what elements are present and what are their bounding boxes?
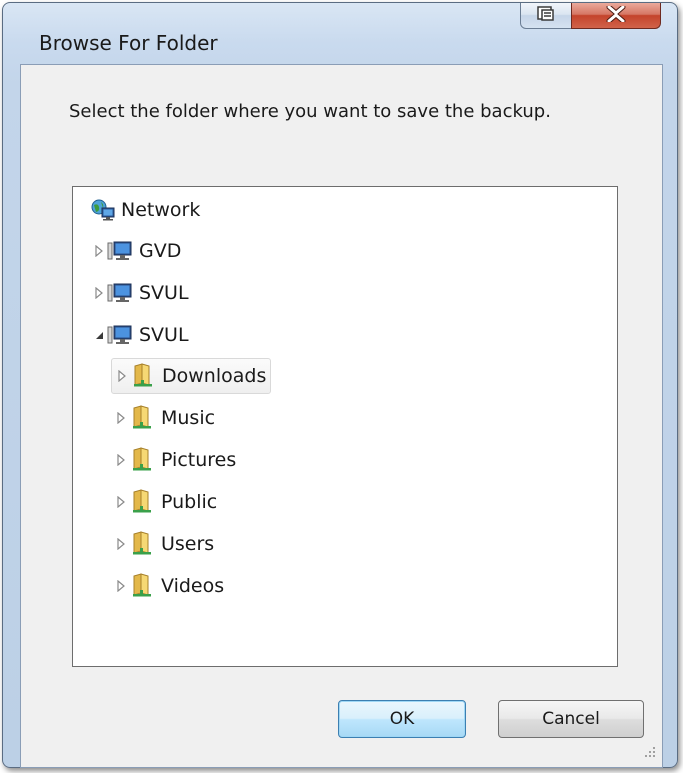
title-bar[interactable]: Browse For Folder — [3, 3, 677, 55]
network-icon — [91, 199, 115, 221]
computer-icon — [107, 282, 133, 304]
tree-node-label: Users — [161, 533, 215, 555]
shared-folder-icon — [129, 447, 155, 473]
dialog-client-area: Select the folder where you want to save… — [20, 64, 663, 768]
window-title: Browse For Folder — [39, 31, 218, 55]
collapse-arrow-icon[interactable] — [93, 328, 105, 342]
tree-node-label: SVUL — [139, 324, 189, 346]
expand-arrow-icon[interactable] — [115, 537, 127, 551]
cancel-button[interactable]: Cancel — [498, 700, 644, 738]
tree-node-label: GVD — [139, 240, 182, 262]
context-help-button[interactable] — [520, 3, 572, 29]
context-help-icon — [537, 5, 555, 26]
tree-node-network[interactable]: Network — [91, 192, 200, 228]
tree-node-label: SVUL — [139, 282, 189, 304]
browse-for-folder-dialog: Browse For Folder Select the folder wher… — [2, 2, 678, 768]
tree-node-label: Pictures — [161, 449, 237, 471]
tree-node-computer[interactable]: SVUL — [93, 275, 189, 311]
folder-tree-view[interactable]: Network GVD SVUL SVUL Downloads Music Pi… — [72, 186, 618, 667]
shared-folder-icon — [129, 405, 155, 431]
expand-arrow-icon[interactable] — [93, 244, 105, 258]
expand-arrow-icon[interactable] — [115, 411, 127, 425]
computer-icon — [107, 240, 133, 262]
tree-node-computer[interactable]: GVD — [93, 233, 181, 269]
tree-node-computer-expanded[interactable]: SVUL — [93, 317, 189, 353]
close-button[interactable] — [571, 3, 661, 29]
shared-folder-icon — [129, 573, 155, 599]
resize-grip-icon[interactable] — [642, 743, 656, 762]
expand-arrow-icon[interactable] — [115, 579, 127, 593]
tree-node-folder[interactable]: Videos — [115, 568, 224, 604]
tree-node-label: Music — [161, 407, 216, 429]
shared-folder-icon — [130, 363, 156, 389]
expand-arrow-icon[interactable] — [93, 286, 105, 300]
tree-node-folder[interactable]: Users — [115, 526, 214, 562]
tree-node-folder-downloads[interactable]: Downloads — [111, 358, 272, 394]
tree-node-folder[interactable]: Music — [115, 400, 215, 436]
tree-node-label: Network — [121, 199, 201, 221]
shared-folder-icon — [129, 489, 155, 515]
instruction-text: Select the folder where you want to save… — [69, 101, 551, 122]
expand-arrow-icon[interactable] — [115, 495, 127, 509]
computer-icon — [107, 324, 133, 346]
ok-button[interactable]: OK — [338, 700, 466, 738]
expand-arrow-icon[interactable] — [115, 453, 127, 467]
close-x-icon — [606, 4, 626, 26]
expand-arrow-icon[interactable] — [116, 369, 128, 383]
tree-node-folder[interactable]: Public — [115, 484, 217, 520]
shared-folder-icon — [129, 531, 155, 557]
tree-node-label: Videos — [161, 575, 225, 597]
tree-node-folder[interactable]: Pictures — [115, 442, 236, 478]
tree-node-label: Public — [161, 491, 218, 513]
tree-node-label: Downloads — [162, 365, 267, 387]
